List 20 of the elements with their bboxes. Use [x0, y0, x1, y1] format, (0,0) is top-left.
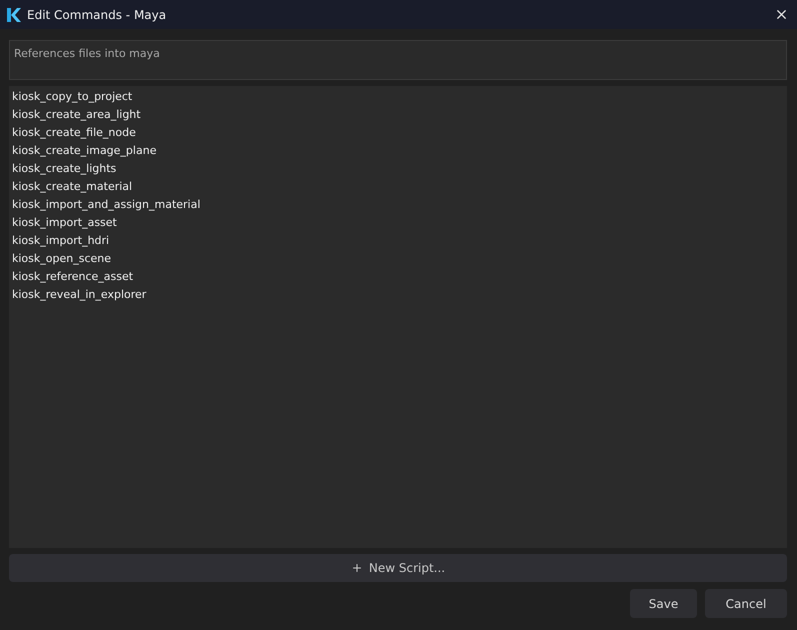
command-item[interactable]: kiosk_create_lights: [12, 160, 116, 178]
logo-icon: [6, 6, 21, 22]
command-item[interactable]: kiosk_create_file_node: [12, 124, 136, 142]
command-item[interactable]: kiosk_reveal_in_explorer: [12, 286, 146, 304]
close-icon[interactable]: [774, 7, 789, 22]
command-item[interactable]: kiosk_create_material: [12, 178, 132, 196]
command-item[interactable]: kiosk_import_and_assign_material: [12, 196, 200, 214]
save-button[interactable]: Save: [630, 589, 697, 618]
command-item[interactable]: kiosk_create_image_plane: [12, 142, 156, 160]
cancel-button[interactable]: Cancel: [705, 589, 787, 618]
command-item[interactable]: kiosk_open_scene: [12, 250, 111, 268]
command-item[interactable]: kiosk_create_area_light: [12, 106, 141, 124]
command-item[interactable]: kiosk_import_hdri: [12, 232, 110, 250]
new-script-button[interactable]: New Script...: [9, 554, 787, 582]
command-item[interactable]: kiosk_reference_asset: [12, 268, 134, 286]
description-field[interactable]: References files into maya: [9, 40, 787, 80]
command-item[interactable]: kiosk_import_asset: [12, 214, 117, 232]
plus-icon: [350, 562, 363, 574]
window-title: Edit Commands - Maya: [27, 8, 168, 22]
command-item[interactable]: kiosk_copy_to_project: [12, 88, 132, 106]
